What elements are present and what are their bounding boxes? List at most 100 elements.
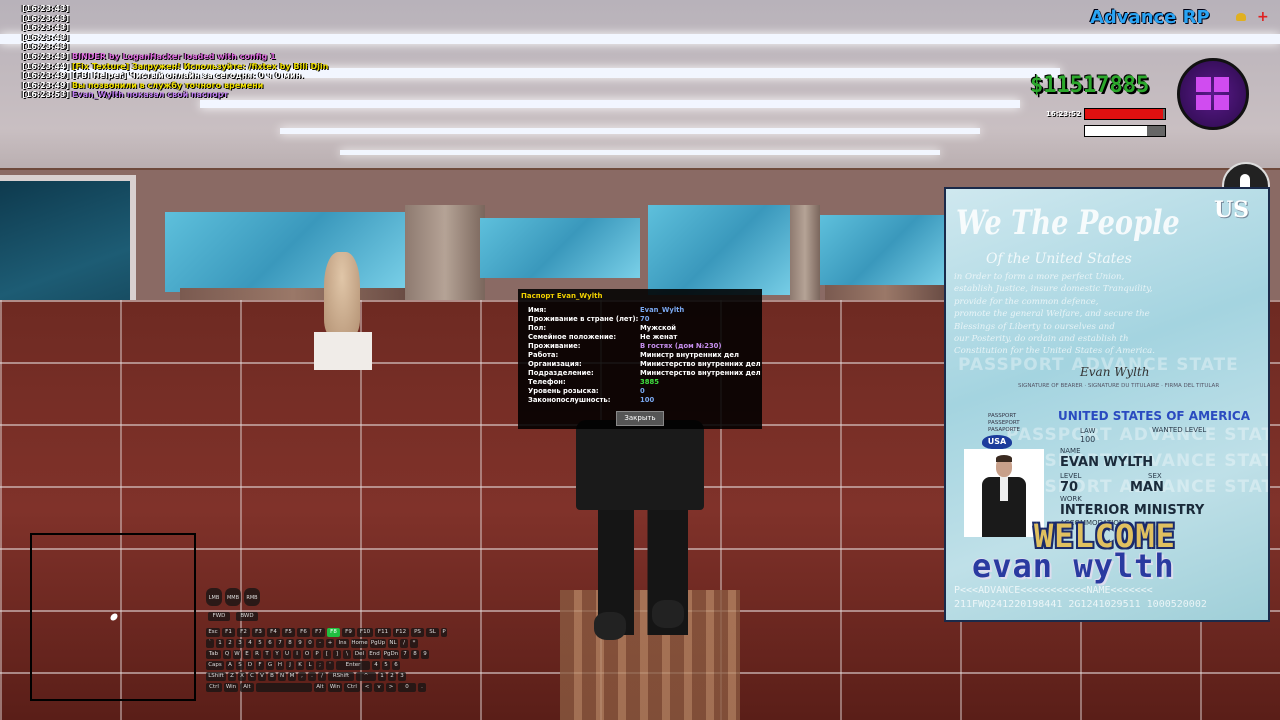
keyboard-key: Q [223, 650, 231, 659]
passport-subheader: Of the United States [986, 251, 1132, 267]
keyboard-key: E [243, 650, 251, 659]
chat-message: Evan_Wylth показал свой паспорт [69, 90, 229, 100]
sex-value: MAN [1130, 480, 1164, 495]
dialog-field-value: 70 [640, 315, 650, 323]
preamble-line: Blessings of Liberty to ourselves and [954, 321, 1115, 332]
keyboard-key: Alt [240, 683, 254, 692]
chat-timestamp: [16:23:43] [22, 23, 70, 33]
keyboard-key: - [316, 639, 324, 648]
dialog-field-label: Работа: [528, 351, 559, 359]
mrz-line: P<<<ADVANCE<<<<<<<<<<<NAME<<<<<<< [954, 585, 1153, 596]
keyboard-key: 4 [372, 661, 380, 670]
dialog-field-label: Имя: [528, 306, 547, 314]
dialog-field-value: Министр внутренних дел [640, 351, 740, 359]
name-value: EVAN WYLTH [1060, 455, 1154, 470]
keyboard-key: 7 [401, 650, 409, 659]
keyboard-key: N [278, 672, 286, 681]
keyboard-key: 7 [276, 639, 284, 648]
keyboard-key: / [400, 639, 408, 648]
dialog-field-label: Семейное положение: [528, 333, 617, 341]
keyboard-key: ` [206, 639, 214, 648]
keyboard-key: F5 [282, 628, 295, 637]
level-label: LEVEL [1060, 472, 1082, 480]
statue [324, 252, 360, 336]
dialog-field-label: Организация: [528, 360, 582, 368]
dialog-field-label: Подразделение: [528, 369, 594, 377]
blue-wall-panel [648, 205, 796, 295]
close-button[interactable]: Закрыть [616, 411, 664, 426]
keyboard-key: F10 [357, 628, 373, 637]
passport-photo [964, 449, 1044, 537]
dialog-title: Паспорт Evan_Wylth [521, 292, 603, 300]
keyboard-key: PgUp [370, 639, 386, 648]
game-time: 16:23:52 [1046, 110, 1081, 118]
chat-log: [16:23:43] [16:23:43] [16:23:43] [16:23:43]… [22, 4, 328, 100]
keyboard-key: MMB [225, 588, 241, 606]
keyboard-key: > [386, 683, 396, 692]
keyboard-key: 9 [421, 650, 429, 659]
sex-label: SEX [1148, 472, 1162, 480]
keyboard-key: F6 [297, 628, 310, 637]
passport-label: PASSEPORT [988, 420, 1020, 426]
minimap [30, 533, 196, 701]
keyboard-key: Ins [336, 639, 349, 648]
keyboard-key: 9 [296, 639, 304, 648]
keyboard-key: Ctrl [344, 683, 360, 692]
keyboard-key: M [288, 672, 296, 681]
chat-line: [16:23:49] Вы позвонили в службу точного… [22, 81, 328, 91]
keyboard-key: 4 [246, 639, 254, 648]
work-value: INTERIOR MINISTRY [1060, 503, 1205, 518]
keyboard-key: Ctrl [206, 683, 222, 692]
dialog-field-label: Телефон: [528, 378, 566, 386]
keyboard-key: B [268, 672, 276, 681]
chat-message: [Fix Texture] Загружен! Используйте: /fi… [69, 61, 329, 71]
server-logo [1177, 58, 1249, 130]
dialog-field-label: Пол: [528, 324, 547, 332]
keyboard-key: F1 [222, 628, 235, 637]
keyboard-key: ; [316, 661, 324, 670]
keyboard-key: D [246, 661, 254, 670]
keyboard-key: F3 [252, 628, 265, 637]
preamble-line: provide for the common defence, [954, 296, 1099, 307]
health-cross-icon: + [1257, 9, 1269, 25]
keyboard-key: 3 [236, 639, 244, 648]
keyboard-key: F12 [393, 628, 409, 637]
keyboard-key: Y [273, 650, 281, 659]
keyboard-key: K [296, 661, 304, 670]
keyboard-key: LShift [206, 672, 226, 681]
keyboard-key: Alt [314, 683, 326, 692]
keyboard-key: 1 [378, 672, 386, 681]
keyboard-key: End [368, 650, 381, 659]
keyboard-key: J [286, 661, 294, 670]
keyboard-key: T [263, 650, 271, 659]
keyboard-key: I [293, 650, 301, 659]
keyboard-key: RShift [328, 672, 354, 681]
chat-timestamp: [16:23:49] [22, 80, 70, 90]
keyboard-key: 0 [398, 683, 416, 692]
passport-card: We The People Of the United States US in… [944, 187, 1270, 622]
chat-message: BINDER by LoganHacker loaded with config… [69, 51, 276, 61]
player-shoe [594, 612, 626, 640]
keyboard-key: F9 [342, 628, 355, 637]
law-value: 100 [1080, 435, 1096, 444]
dialog-field-value: 3885 [640, 378, 659, 386]
keyboard-key: BWD [236, 612, 258, 621]
keyboard-key: F7 [312, 628, 325, 637]
signature-caption: SIGNATURE OF BEARER · SIGNATURE DU TITUL… [1018, 383, 1220, 389]
keyboard-key: v [374, 683, 384, 692]
preamble-line: establish Justice, insure domestic Tranq… [954, 284, 1153, 295]
keyboard-key: 6 [266, 639, 274, 648]
health-bar [1084, 108, 1166, 120]
keyboard-key: P [441, 628, 447, 637]
blue-wall-panel [480, 218, 640, 278]
keyboard-key: 0 [306, 639, 314, 648]
chat-message: [FBI Helper] Чистый онлайн за сегодня: 0… [69, 71, 305, 81]
signature: Evan Wylth [1080, 365, 1150, 379]
keyboard-key: R [253, 650, 261, 659]
armor-bar [1084, 125, 1166, 137]
dialog-field-label: Проживание в стране (лет): [528, 315, 639, 323]
keyboard-key: Win [328, 683, 342, 692]
player-blip-icon [109, 612, 119, 622]
keyboard-key: C [248, 672, 256, 681]
keyboard-key: < [362, 683, 372, 692]
